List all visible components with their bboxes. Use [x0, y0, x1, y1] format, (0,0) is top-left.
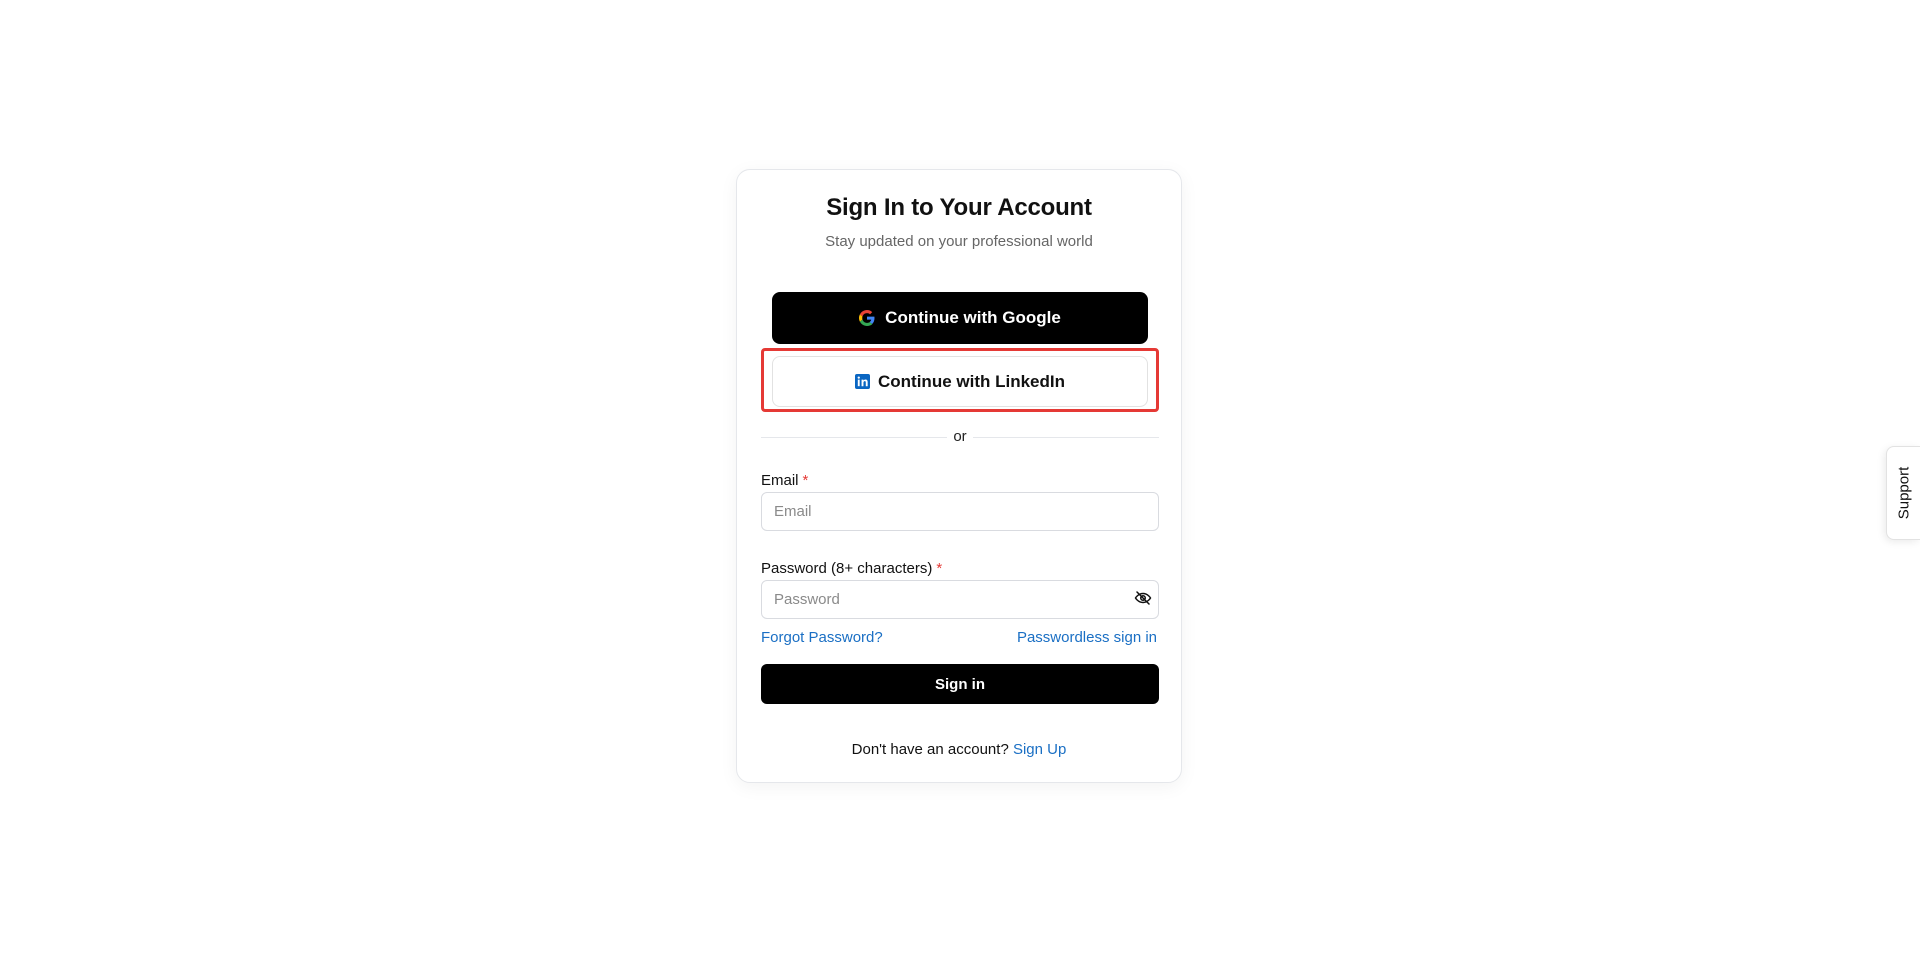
passwordless-sign-in-link[interactable]: Passwordless sign in	[1017, 629, 1157, 646]
email-required-mark: *	[802, 472, 809, 489]
email-input[interactable]	[761, 492, 1159, 531]
signup-row: Don't have an account? Sign Up	[737, 741, 1181, 758]
password-label-text: Password (8+ characters)	[761, 560, 933, 577]
google-icon	[859, 310, 875, 326]
page-subtitle: Stay updated on your professional world	[825, 233, 1093, 250]
eye-off-icon[interactable]	[1134, 589, 1152, 607]
linkedin-button-label: Continue with LinkedIn	[878, 371, 1065, 391]
sign-in-card: Sign In to Your Account Stay updated on …	[736, 169, 1182, 783]
page-title: Sign In to Your Account	[826, 194, 1092, 221]
email-label: Email *	[761, 472, 808, 489]
password-label: Password (8+ characters) *	[761, 560, 942, 577]
signup-prompt: Don't have an account?	[851, 741, 1009, 758]
password-required-mark: *	[936, 560, 943, 577]
linkedin-icon	[855, 374, 870, 389]
divider-line-right	[973, 437, 1159, 438]
continue-with-google-button[interactable]: Continue with Google	[772, 292, 1148, 344]
support-label: Support	[1895, 466, 1912, 520]
email-label-text: Email	[761, 472, 799, 489]
sign-up-link[interactable]: Sign Up	[1013, 741, 1066, 758]
continue-with-linkedin-button[interactable]: Continue with LinkedIn	[772, 356, 1148, 407]
or-divider: or	[761, 428, 1159, 445]
support-tab[interactable]: Support	[1886, 446, 1920, 540]
sign-in-button[interactable]: Sign in	[761, 664, 1159, 704]
password-input[interactable]	[761, 580, 1159, 619]
google-button-label: Continue with Google	[885, 308, 1061, 327]
forgot-password-link[interactable]: Forgot Password?	[761, 629, 883, 646]
